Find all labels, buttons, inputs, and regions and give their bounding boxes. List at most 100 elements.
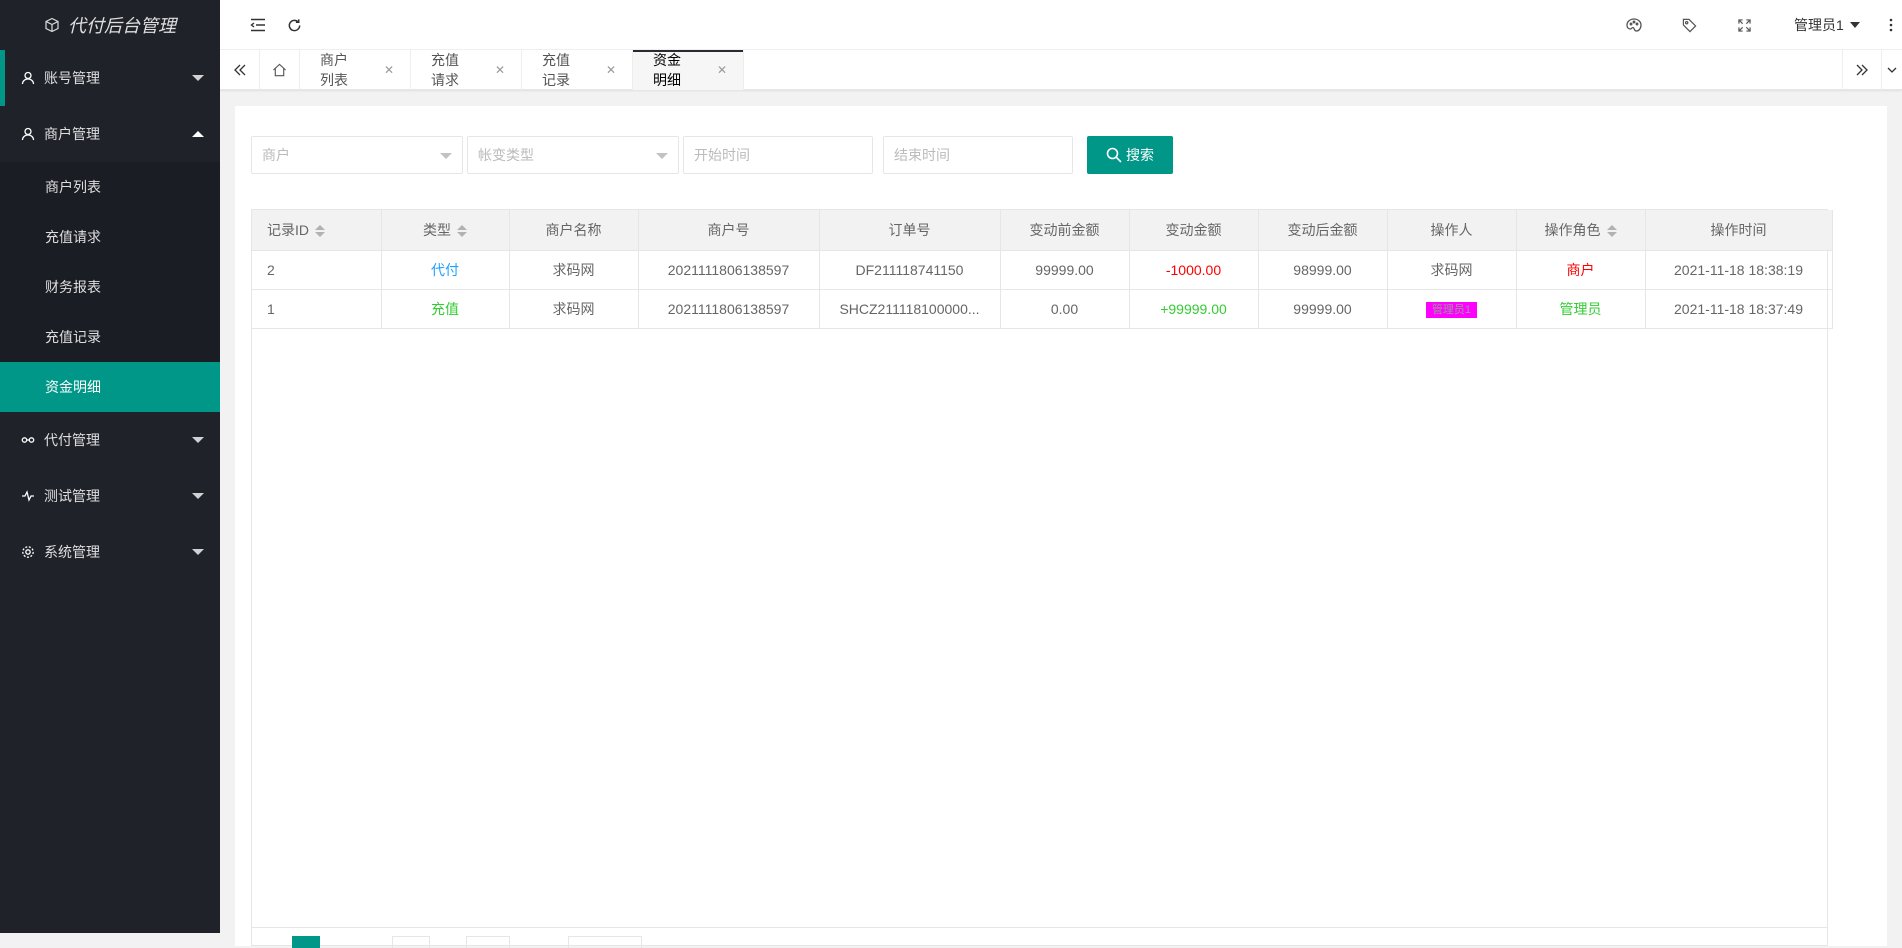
- sidebar-item-label: 测试管理: [44, 488, 100, 504]
- tabs-menu-icon[interactable]: [1882, 50, 1902, 90]
- cell-before: 0.00: [1000, 289, 1130, 329]
- close-icon[interactable]: ✕: [717, 63, 727, 77]
- sidebar-item-merchants[interactable]: 商户管理: [0, 106, 220, 162]
- user-menu[interactable]: 管理员1: [1794, 0, 1860, 50]
- app-title: 代付后台管理: [68, 16, 176, 36]
- cell-operator: 求码网: [1387, 250, 1517, 290]
- cell-order-no: DF211118741150: [819, 250, 1001, 290]
- cube-icon: [45, 17, 59, 33]
- column-header-operator: 操作人: [1387, 210, 1517, 251]
- cell-type: 代付: [381, 250, 510, 290]
- theme-icon[interactable]: [1614, 0, 1654, 50]
- page-jump-button[interactable]: [466, 936, 510, 948]
- close-icon[interactable]: ✕: [495, 63, 505, 77]
- tab-recharge-requests[interactable]: 充值请求 ✕: [411, 50, 522, 90]
- cell-after: 98999.00: [1258, 250, 1388, 290]
- column-header-time: 操作时间: [1645, 210, 1833, 251]
- sidebar-item-testing[interactable]: 测试管理: [0, 468, 220, 524]
- fund-details-table: 记录ID 类型 商户名称 商户号 订单号 变动前金额 变动金额 变动后金额 操作…: [251, 209, 1833, 948]
- tab-recharge-records[interactable]: 充值记录 ✕: [522, 50, 633, 90]
- sidebar-item-label: 代付管理: [44, 432, 100, 448]
- table-row[interactable]: 2 代付 求码网 2021111806138597 DF211118741150…: [252, 250, 1833, 290]
- start-time-input[interactable]: 开始时间: [683, 136, 873, 174]
- column-header-change: 变动金额: [1129, 210, 1259, 251]
- app-logo[interactable]: 代付后台管理: [0, 0, 220, 50]
- column-header-role[interactable]: 操作角色: [1516, 210, 1646, 251]
- cell-type: 充值: [381, 289, 510, 329]
- sidebar-item-accounts[interactable]: 账号管理: [0, 50, 220, 106]
- tab-label: 充值请求: [431, 52, 459, 88]
- cell-role: 商户: [1516, 250, 1646, 290]
- sort-icon[interactable]: [315, 225, 325, 238]
- cell-change: +99999.00: [1129, 289, 1259, 329]
- page-button-current[interactable]: [292, 936, 320, 948]
- tabs-scroll-left-icon[interactable]: [220, 50, 260, 90]
- tab-label: 资金明细: [653, 52, 681, 88]
- sidebar-item-recharge-requests[interactable]: 充值请求: [0, 212, 220, 262]
- submenu-merchants: 商户列表 充值请求 财务报表 充值记录 资金明细: [0, 162, 220, 412]
- refresh-icon[interactable]: [274, 0, 314, 50]
- gear-icon: [20, 544, 36, 560]
- column-header-before: 变动前金额: [1000, 210, 1130, 251]
- cell-merchant-name: 求码网: [509, 250, 639, 290]
- cell-id: 1: [252, 289, 382, 329]
- chevron-down-icon: [192, 75, 204, 81]
- link-icon: [20, 432, 36, 448]
- cell-merchant-no: 2021111806138597: [638, 289, 820, 329]
- column-header-type[interactable]: 类型: [381, 210, 510, 251]
- chevron-down-icon: [656, 153, 668, 159]
- cell-time: 2021-11-18 18:38:19: [1645, 250, 1833, 290]
- user-icon: [20, 126, 36, 142]
- start-time-placeholder: 开始时间: [694, 147, 750, 163]
- sidebar-item-system[interactable]: 系统管理: [0, 524, 220, 580]
- sidebar-item-recharge-records[interactable]: 充值记录: [0, 312, 220, 362]
- cell-after: 99999.00: [1258, 289, 1388, 329]
- cell-merchant-name: 求码网: [509, 289, 639, 329]
- sidebar-item-payouts[interactable]: 代付管理: [0, 412, 220, 468]
- search-button-label: 搜索: [1126, 147, 1154, 163]
- column-header-merchant-name: 商户名称: [509, 210, 639, 251]
- tab-fund-details[interactable]: 资金明细 ✕: [633, 50, 744, 90]
- home-tab-icon[interactable]: [260, 50, 300, 90]
- sidebar-item-label: 系统管理: [44, 544, 100, 560]
- end-time-placeholder: 结束时间: [894, 147, 950, 163]
- sidebar-item-finance-report[interactable]: 财务报表: [0, 262, 220, 312]
- end-time-input[interactable]: 结束时间: [883, 136, 1073, 174]
- search-button[interactable]: 搜索: [1087, 136, 1173, 174]
- top-header: 管理员1: [220, 0, 1902, 50]
- sidebar-item-label: 商户管理: [44, 126, 100, 142]
- pagination: [252, 927, 1827, 948]
- tab-merchant-list[interactable]: 商户列表 ✕: [300, 50, 411, 90]
- page-tabs: 商户列表 ✕ 充值请求 ✕ 充值记录 ✕ 资金明细 ✕: [220, 50, 1902, 90]
- sidebar-item-merchant-list[interactable]: 商户列表: [0, 162, 220, 212]
- sort-icon[interactable]: [1606, 225, 1617, 238]
- merchant-select-placeholder: 商户: [262, 147, 290, 163]
- column-header-order-no: 订单号: [819, 210, 1001, 251]
- sort-icon[interactable]: [457, 225, 467, 238]
- sidebar-item-fund-details[interactable]: 资金明细: [0, 362, 220, 412]
- fullscreen-icon[interactable]: [1724, 0, 1764, 50]
- tabs-scroll-right-icon[interactable]: [1842, 50, 1882, 90]
- cell-order-no: SHCZ211118100000...: [819, 289, 1001, 329]
- chevron-up-icon: [192, 131, 204, 137]
- column-header-id[interactable]: 记录ID: [252, 210, 382, 251]
- cell-id: 2: [252, 250, 382, 290]
- cell-before: 99999.00: [1000, 250, 1130, 290]
- close-icon[interactable]: ✕: [384, 63, 394, 77]
- close-icon[interactable]: ✕: [606, 63, 616, 77]
- chevron-down-icon: [192, 493, 204, 499]
- merchant-select[interactable]: 商户: [251, 136, 463, 174]
- user-name: 管理员1: [1794, 17, 1844, 33]
- page-jump-input[interactable]: [392, 936, 430, 948]
- caret-down-icon: [1849, 22, 1860, 28]
- table-row[interactable]: 1 充值 求码网 2021111806138597 SHCZ2111181000…: [252, 289, 1833, 329]
- page-size-select[interactable]: [568, 936, 642, 948]
- tag-icon[interactable]: [1669, 0, 1709, 50]
- type-select[interactable]: 帐变类型: [467, 136, 679, 174]
- cell-merchant-no: 2021111806138597: [638, 250, 820, 290]
- operator-badge: 管理员1: [1425, 301, 1478, 318]
- menu-fold-icon[interactable]: [238, 0, 278, 50]
- main-content: 商户 帐变类型 开始时间 结束时间 搜索 记录ID 类型 商户名称 商户号 订单…: [235, 106, 1887, 948]
- sidebar: 代付后台管理 账号管理 商户管理 商户列表 充值请求 财务报表 充值记录 资金明…: [0, 0, 220, 933]
- more-icon[interactable]: [1880, 0, 1902, 50]
